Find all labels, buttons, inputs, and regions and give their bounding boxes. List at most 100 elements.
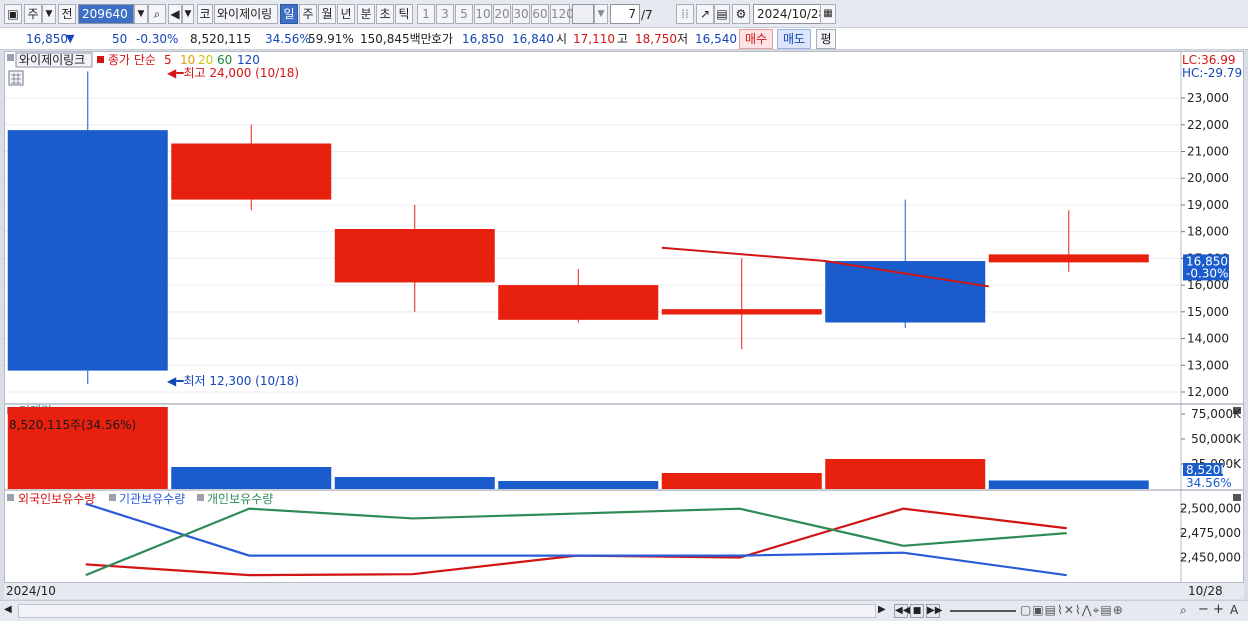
period-tick-button[interactable]: 틱 [395, 4, 413, 24]
speaker-chevron-down-icon[interactable]: ▼ [182, 4, 194, 24]
foreign-ratio: 59.91% [308, 32, 354, 46]
price-tick-label: 15,000 [1187, 305, 1229, 319]
interval-120-button[interactable]: 120 [550, 4, 574, 24]
plus-icon[interactable]: + [1213, 602, 1224, 617]
stop-icon[interactable]: ■ [910, 604, 924, 618]
holdings-tick-label: 2,450,000 [1180, 551, 1241, 565]
buy-button[interactable]: 매수 [739, 29, 773, 49]
interval-10-button[interactable]: 10 [474, 4, 492, 24]
ma-legend-label: 종가 단순 [108, 53, 156, 67]
volume-tick-label: 75,000K [1191, 407, 1242, 421]
scroll-right-icon[interactable]: ▶ [878, 604, 890, 618]
ma-period-10: 10 [180, 53, 195, 67]
page-counter-input[interactable]: 7 [610, 4, 640, 24]
ask-price: 16,850 [462, 32, 504, 46]
volume-bar [661, 473, 822, 489]
scroll-left-icon[interactable]: ◀ [4, 604, 16, 618]
current-price: 16,850 [26, 32, 68, 46]
price-tick-label: 14,000 [1187, 332, 1229, 346]
individual-legend-marker-icon [197, 494, 204, 501]
volume-bar [171, 467, 332, 489]
interval-3-button[interactable]: 3 [436, 4, 454, 24]
interval-30-button[interactable]: 30 [512, 4, 530, 24]
price-pane-marker-icon [7, 54, 14, 61]
individual-holdings-legend: 개인보유수량 [207, 492, 273, 506]
trade-amount: 150,845백만 [360, 32, 432, 46]
market-badge[interactable]: 코 [197, 4, 213, 24]
volume-ratio: 34.56% [265, 32, 311, 46]
interval-20-button[interactable]: 20 [493, 4, 511, 24]
draw-tool-icon[interactable]: ↗ [696, 4, 714, 24]
volume-bar [498, 481, 659, 489]
volume-bar [988, 480, 1149, 489]
ma-period-20: 20 [198, 53, 213, 67]
interval-60-button[interactable]: 60 [531, 4, 549, 24]
candle-body [988, 254, 1149, 263]
high-label: 고 [617, 32, 629, 46]
holdings-axis-ticks: 2,450,000 2,475,000 2,500,000 [1180, 502, 1241, 565]
drawing-tools-icon[interactable]: ▢▣▤⌇✕⌇⋀⌖▤⊕ [1020, 603, 1124, 618]
min-price-annotation: ◀━최저 12,300 (10/18) [167, 374, 299, 388]
period-yearly-button[interactable]: 년 [337, 4, 355, 24]
period-monthly-button[interactable]: 월 [318, 4, 336, 24]
compare-icon[interactable]: ⁞⁞ [676, 4, 694, 24]
sell-button[interactable]: 매도 [777, 29, 811, 49]
last-price-tag: 16,850 -0.30% [1183, 254, 1229, 281]
window-icon[interactable]: ▣ [4, 4, 22, 24]
stock-code-input[interactable]: 209640 [78, 4, 134, 24]
chart-svg[interactable]: 와이제이링크 종가 단순 5 10 20 60 120 LC:36.99 HC:… [5, 52, 1243, 582]
candle-body [334, 228, 495, 283]
save-icon[interactable]: ▤ [714, 4, 730, 24]
date-axis: 2024/10 10/28 [4, 582, 1244, 599]
candle-body [661, 309, 822, 315]
high-price: 18,750 [635, 32, 677, 46]
date-input[interactable]: 2024/10/28 [753, 4, 826, 24]
interval-5-button[interactable]: 5 [455, 4, 473, 24]
max-arrow-icon: ◀━ [167, 66, 184, 80]
horizontal-scrollbar[interactable] [18, 604, 876, 618]
price-tick-label: 18,000 [1187, 225, 1229, 239]
interval-chevron-down-icon[interactable]: ▼ [594, 4, 608, 24]
bid-price: 16,840 [512, 32, 554, 46]
last-volume-tag-pct: 34.56% [1186, 476, 1232, 490]
holdings-line-series [85, 502, 1067, 577]
period-second-button[interactable]: 초 [376, 4, 394, 24]
min-annotation-text: 최저 12,300 (10/18) [183, 374, 299, 388]
period-minute-button[interactable]: 분 [357, 4, 375, 24]
market-chevron-down-icon[interactable]: ▼ [42, 4, 56, 24]
open-price: 17,110 [573, 32, 615, 46]
fast-forward-icon[interactable]: ▶▶ [926, 604, 942, 618]
chart-panel: 와이제이링크 종가 단순 5 10 20 60 120 LC:36.99 HC:… [4, 51, 1244, 599]
price-change-pct: -0.30% [136, 32, 179, 46]
minus-icon[interactable]: − [1198, 602, 1209, 617]
min-arrow-icon: ◀━ [167, 374, 184, 388]
font-size-icon[interactable]: A [1230, 603, 1238, 617]
date-axis-end: 10/28 [1188, 584, 1223, 598]
period-daily-button[interactable]: 일 [280, 4, 298, 24]
prev-button[interactable]: 전 [58, 4, 76, 24]
market-type-select[interactable]: 주 [24, 4, 42, 24]
last-volume-tag-value: 8,520K [1186, 463, 1229, 477]
candle-body [7, 130, 168, 371]
zoom-out-icon[interactable]: ⌕ [1180, 603, 1187, 618]
settings-gear-icon[interactable]: ⚙ [732, 4, 750, 24]
price-gridlines [5, 97, 1181, 393]
ma-period-60: 60 [217, 53, 232, 67]
zoom-slider[interactable] [950, 610, 1016, 612]
candlestick-series [7, 71, 1149, 384]
price-tick-label: 21,000 [1187, 145, 1229, 159]
search-icon[interactable]: ⌕ [148, 4, 166, 24]
rewind-icon[interactable]: ◀◀ [894, 604, 910, 618]
evaluate-button[interactable]: 평 [816, 29, 836, 49]
speaker-icon[interactable]: ◀ [168, 4, 182, 24]
calendar-icon[interactable]: ▦ [820, 4, 836, 24]
period-weekly-button[interactable]: 주 [299, 4, 317, 24]
volume-bar [334, 477, 495, 489]
holdings-pane-close-icon[interactable] [1233, 494, 1241, 501]
candle-body [498, 285, 659, 320]
code-chevron-down-icon[interactable]: ▼ [134, 4, 148, 24]
interval-1-button[interactable]: 1 [417, 4, 435, 24]
volume-annotation: 8,520,115주(34.56%) [9, 418, 136, 432]
hc-label: HC:-29.79 [1182, 66, 1242, 80]
interval-custom-input[interactable] [572, 4, 594, 24]
